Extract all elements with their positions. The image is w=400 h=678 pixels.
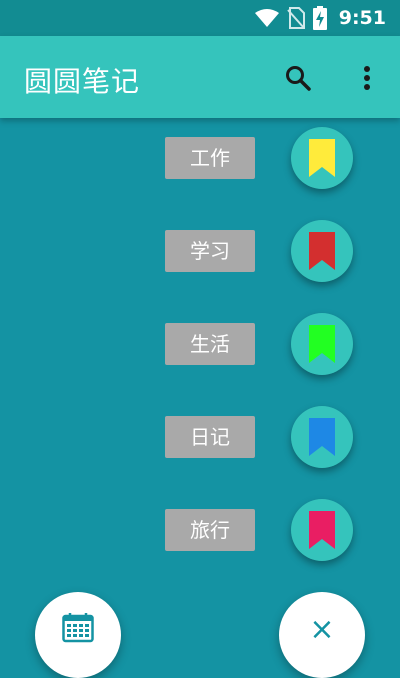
no-sim-icon xyxy=(286,7,305,29)
menu-item-diary[interactable]: 日记 xyxy=(0,406,400,468)
battery-charging-icon xyxy=(312,6,327,30)
wifi-icon xyxy=(254,9,279,27)
life-fab[interactable] xyxy=(291,313,353,375)
close-icon: × xyxy=(309,612,335,647)
bookmark-icon xyxy=(309,511,335,549)
close-menu-button[interactable]: × xyxy=(279,592,365,678)
menu-item-study[interactable]: 学习 xyxy=(0,220,400,282)
menu-item-work[interactable]: 工作 xyxy=(0,127,400,189)
search-icon xyxy=(286,66,311,91)
travel-fab[interactable] xyxy=(291,499,353,561)
status-icons: 9:51 xyxy=(254,6,386,30)
more-vert-icon xyxy=(364,66,370,90)
bookmark-icon xyxy=(309,325,335,363)
bookmark-icon xyxy=(309,418,335,456)
app-title: 圆圆笔记 xyxy=(24,65,141,98)
diary-fab[interactable] xyxy=(291,406,353,468)
search-button[interactable] xyxy=(278,58,318,98)
status-bar: 9:51 xyxy=(0,0,400,36)
menu-label[interactable]: 日记 xyxy=(165,416,255,458)
menu-label[interactable]: 旅行 xyxy=(165,509,255,551)
menu-label[interactable]: 工作 xyxy=(165,137,255,179)
bookmark-icon xyxy=(309,139,335,177)
status-time: 9:51 xyxy=(338,7,386,29)
menu-label[interactable]: 学习 xyxy=(165,230,255,272)
menu-label[interactable]: 生活 xyxy=(165,323,255,365)
menu-item-life[interactable]: 生活 xyxy=(0,313,400,375)
app-bar: 圆圆笔记 xyxy=(0,36,400,118)
calendar-button[interactable] xyxy=(35,592,121,678)
calendar-icon xyxy=(62,613,94,643)
bookmark-icon xyxy=(309,232,335,270)
study-fab[interactable] xyxy=(291,220,353,282)
menu-item-travel[interactable]: 旅行 xyxy=(0,499,400,561)
work-fab[interactable] xyxy=(291,127,353,189)
more-options-button[interactable] xyxy=(347,58,387,98)
